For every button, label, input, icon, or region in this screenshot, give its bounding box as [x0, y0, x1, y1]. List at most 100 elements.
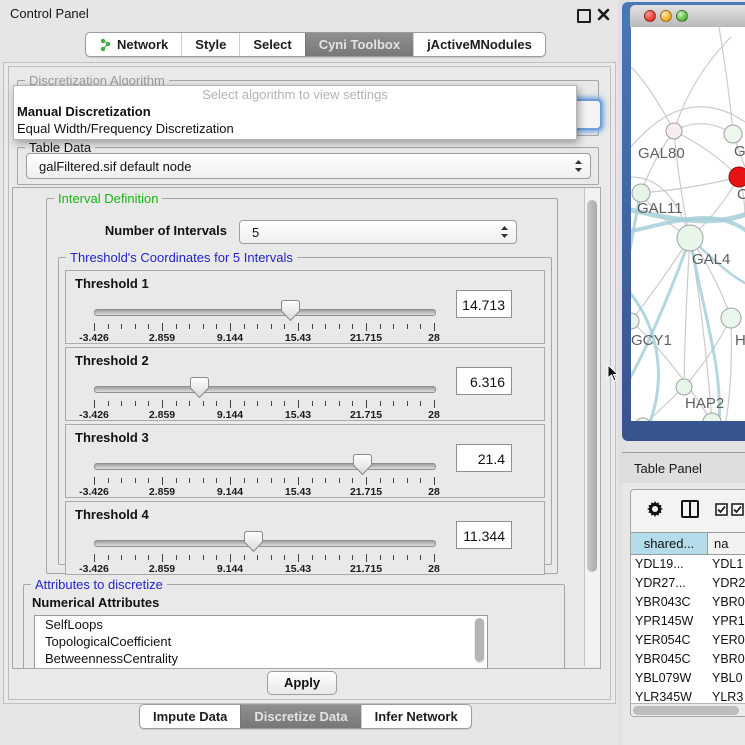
table-row[interactable]: YBL079WYBL0: [631, 669, 745, 688]
column-header-name[interactable]: na: [708, 533, 745, 555]
tick-label: 15.43: [285, 486, 311, 498]
table-row[interactable]: YER054CYER0: [631, 631, 745, 650]
threshold-value-field[interactable]: 14.713: [456, 290, 512, 318]
slider-tick-labels: -3.4262.8599.14415.4321.71528: [94, 409, 434, 421]
combo-arrows-icon: [500, 225, 509, 239]
popup-item[interactable]: Manual Discretization: [14, 103, 576, 120]
network-node[interactable]: [721, 308, 741, 328]
mouse-cursor: [607, 364, 619, 382]
tick-mark: [148, 324, 149, 329]
tick-mark: [203, 478, 204, 483]
popup-item[interactable]: Select algorithm to view settings: [14, 86, 576, 103]
float-window-icon[interactable]: [577, 9, 591, 23]
checkbox-checked-icon[interactable]: [715, 503, 728, 516]
tab-cyni-toolbox[interactable]: Cyni Toolbox: [305, 33, 413, 56]
zoom-traffic-light[interactable]: [676, 10, 688, 22]
attributes-scrollbar[interactable]: [474, 618, 485, 664]
settings-scrollpane: Interval Definition Number of Intervals …: [12, 187, 601, 669]
column-header-shared-name[interactable]: shared...: [631, 533, 708, 555]
threshold-value-field[interactable]: 21.4: [456, 444, 512, 472]
slider-track[interactable]: [94, 309, 436, 316]
network-node[interactable]: [677, 225, 703, 251]
slider-thumb[interactable]: [243, 530, 264, 553]
attribute-item[interactable]: BetweennessCentrality: [35, 650, 487, 667]
tick-mark: [366, 477, 367, 485]
table-row[interactable]: YPR145WYPR1: [631, 612, 745, 631]
number-of-intervals-value: 5: [240, 225, 500, 240]
apply-button[interactable]: Apply: [267, 671, 337, 695]
network-node[interactable]: [635, 418, 651, 421]
table-row[interactable]: YBR045CYBR0: [631, 650, 745, 669]
network-node-label: GAL11: [637, 200, 683, 217]
tab-jactivemnodules[interactable]: jActiveMNodules: [413, 33, 545, 56]
tick-mark: [216, 478, 217, 483]
number-of-intervals-combobox[interactable]: 5: [239, 220, 517, 244]
slider-thumb[interactable]: [189, 376, 210, 399]
tab-select[interactable]: Select: [239, 33, 304, 56]
tab-infer-network[interactable]: Infer Network: [361, 705, 471, 728]
table-row[interactable]: YDL19...YDL1: [631, 555, 745, 574]
tab-network[interactable]: Network: [86, 33, 181, 56]
threshold-value-field[interactable]: 6.316: [456, 367, 512, 395]
network-node[interactable]: [724, 125, 742, 143]
cell-name: YER0: [712, 631, 745, 650]
network-node[interactable]: [666, 123, 682, 139]
table-horizontal-scrollbar[interactable]: [631, 703, 745, 717]
tick-mark: [271, 555, 272, 560]
attribute-item[interactable]: SelfLoops: [35, 616, 487, 633]
slider-track[interactable]: [94, 386, 436, 393]
tick-label: 2.859: [149, 332, 175, 344]
slider-thumb[interactable]: [280, 299, 301, 322]
network-edge-highlighted: [631, 289, 658, 421]
tick-mark: [189, 555, 190, 560]
minimize-traffic-light[interactable]: [660, 10, 672, 22]
settings-scrollbar[interactable]: [584, 188, 600, 666]
numerical-attributes-list[interactable]: SelfLoopsTopologicalCoefficientBetweenne…: [34, 615, 488, 669]
tick-mark: [176, 324, 177, 329]
tick-mark: [203, 555, 204, 560]
network-node[interactable]: [729, 167, 745, 187]
threshold-slider[interactable]: -3.4262.8599.14415.4321.71528: [94, 451, 434, 497]
network-edge-highlighted: [631, 238, 690, 383]
tick-label: 2.859: [149, 486, 175, 498]
table-toolbar: [631, 490, 745, 530]
network-window-titlebar[interactable]: [630, 5, 745, 28]
slider-thumb[interactable]: [352, 453, 373, 476]
tick-mark: [380, 478, 381, 483]
attribute-item[interactable]: TopologicalCoefficient: [35, 633, 487, 650]
settings-scrollbar-thumb[interactable]: [587, 200, 597, 572]
panel-title: Control Panel: [10, 6, 89, 21]
table-row[interactable]: YDR27...YDR2: [631, 574, 745, 593]
tick-label: 21.715: [350, 486, 382, 498]
close-traffic-light[interactable]: [644, 10, 656, 22]
network-node-label: GA: [734, 143, 745, 160]
network-canvas[interactable]: GAL80GACGAL11GAL4GCY1HHAP2: [631, 27, 745, 421]
network-node[interactable]: [676, 379, 692, 395]
tab-discretize-data[interactable]: Discretize Data: [240, 705, 360, 728]
columns-icon[interactable]: [681, 500, 699, 518]
tick-mark: [420, 555, 421, 560]
tab-impute-data[interactable]: Impute Data: [140, 705, 240, 728]
tick-label: 9.144: [217, 409, 243, 421]
checkbox-checked-icon[interactable]: [731, 503, 744, 516]
tick-mark: [94, 477, 95, 485]
tick-mark: [176, 401, 177, 406]
tick-mark: [284, 478, 285, 483]
gear-icon[interactable]: [645, 499, 665, 519]
threshold-slider[interactable]: -3.4262.8599.14415.4321.71528: [94, 297, 434, 343]
table-row[interactable]: YBR043CYBR0: [631, 593, 745, 612]
slider-track[interactable]: [94, 463, 436, 470]
threshold-slider[interactable]: -3.4262.8599.14415.4321.71528: [94, 374, 434, 420]
slider-track[interactable]: [94, 540, 436, 547]
tab-style[interactable]: Style: [181, 33, 239, 56]
threshold-value-field[interactable]: 11.344: [456, 521, 512, 549]
tick-label: 21.715: [350, 332, 382, 344]
threshold-slider[interactable]: -3.4262.8599.14415.4321.71528: [94, 528, 434, 574]
tick-mark: [244, 555, 245, 560]
tick-label: -3.426: [79, 332, 109, 344]
tick-mark: [434, 400, 435, 408]
table-data-combobox[interactable]: galFiltered.sif default node: [26, 153, 591, 179]
network-node-label: GAL4: [692, 251, 730, 268]
close-icon[interactable]: [597, 8, 610, 21]
popup-item[interactable]: Equal Width/Frequency Discretization: [14, 120, 576, 137]
